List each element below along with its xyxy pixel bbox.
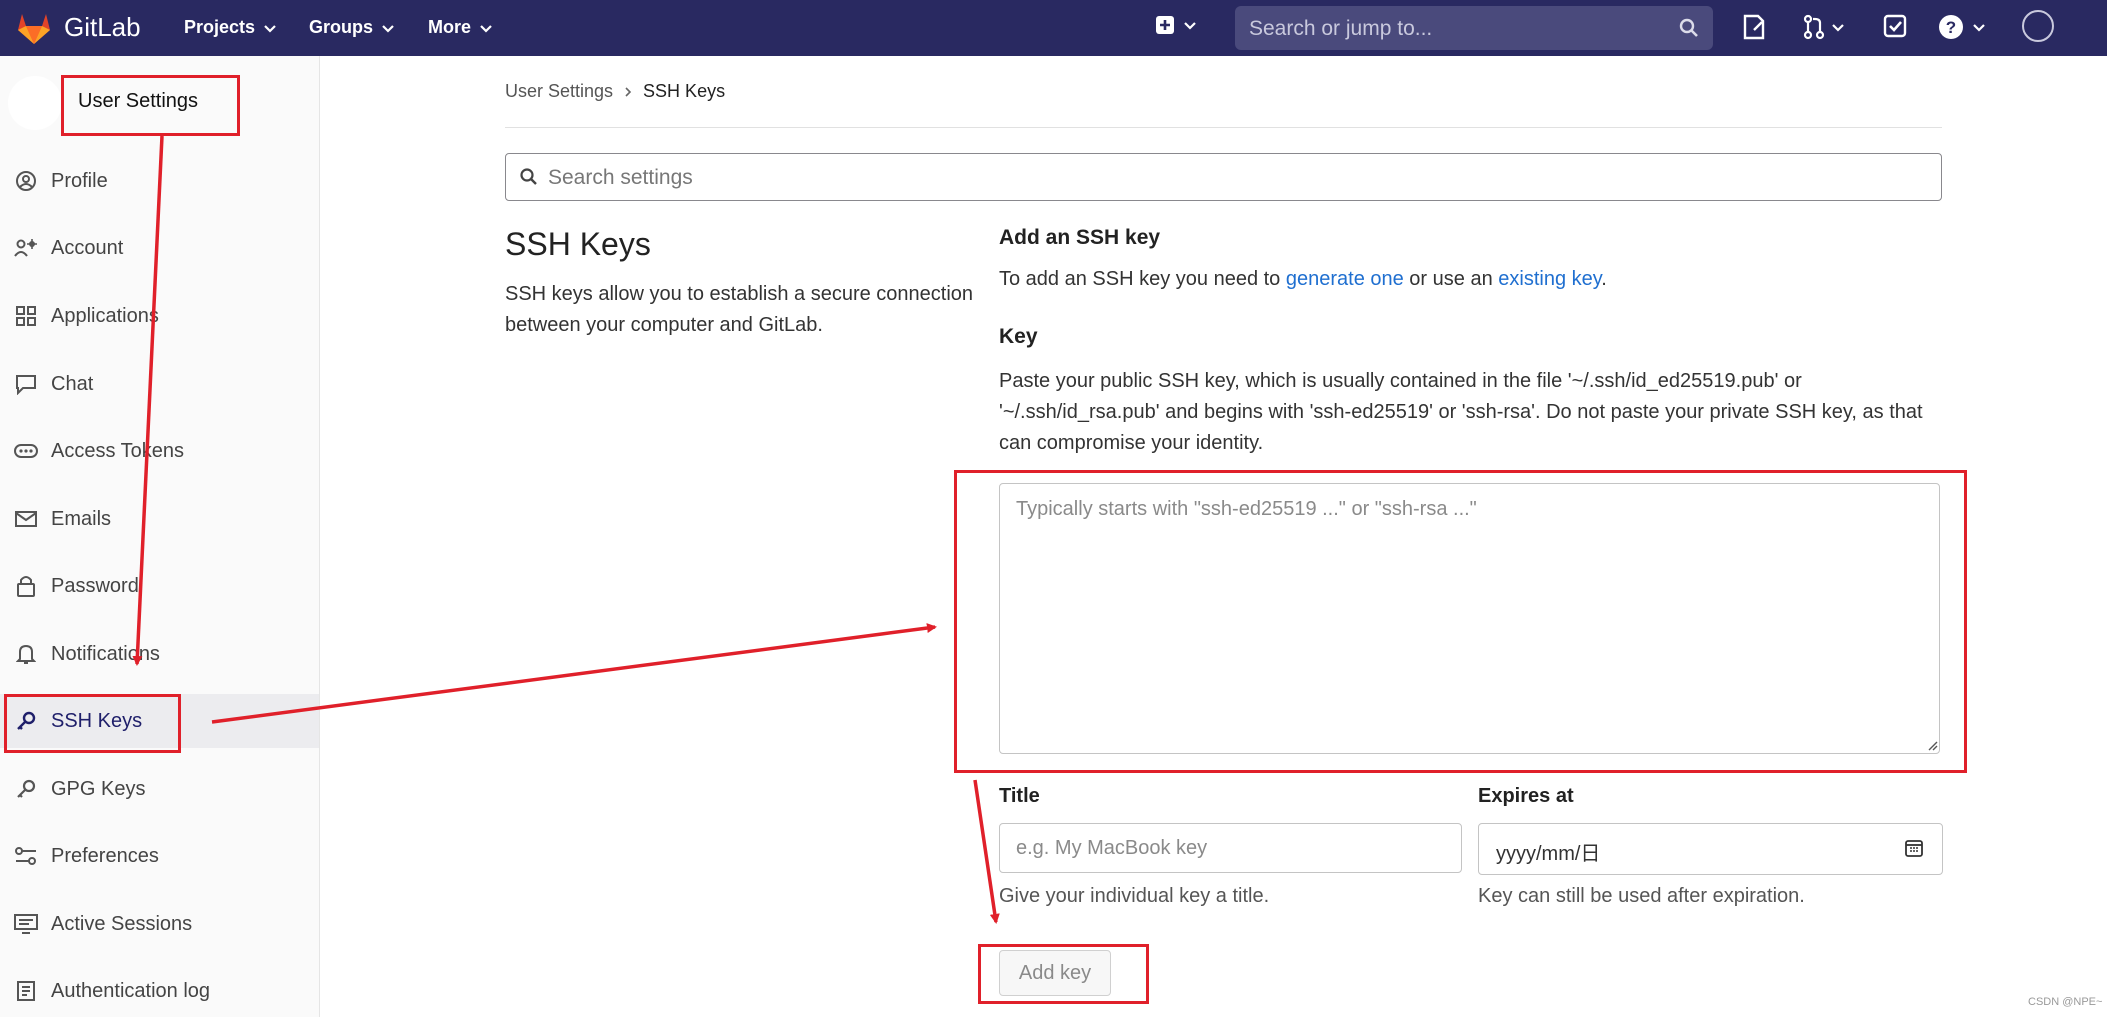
bell-icon xyxy=(14,642,38,666)
applications-icon xyxy=(14,304,38,328)
chevron-down-icon xyxy=(1184,22,1196,30)
breadcrumb-current[interactable]: SSH Keys xyxy=(643,81,725,102)
chevron-down-icon xyxy=(264,24,276,33)
nav-projects[interactable]: Projects xyxy=(184,17,277,38)
generate-one-link[interactable]: generate one xyxy=(1286,268,1404,290)
top-navbar: GitLab Projects Groups More ? xyxy=(0,0,2107,56)
expires-label: Expires at xyxy=(1478,785,1574,807)
sidebar-item-profile[interactable]: Profile xyxy=(0,154,319,208)
chevron-right-icon xyxy=(625,86,632,97)
add-key-intro-end: . xyxy=(1601,268,1607,290)
chevron-down-icon xyxy=(382,24,394,33)
key-icon xyxy=(14,777,38,801)
chat-icon xyxy=(14,372,38,396)
global-search[interactable] xyxy=(1235,6,1713,52)
sidebar-item-label: Authentication log xyxy=(51,979,211,1002)
lock-icon xyxy=(14,574,38,598)
sidebar-item-label: Emails xyxy=(51,507,112,530)
title-input[interactable] xyxy=(999,823,1462,873)
sidebar-item-access-tokens[interactable]: Access Tokens xyxy=(0,424,319,478)
nav-groups-label: Groups xyxy=(309,17,374,37)
expires-date-value: yyyy/mm/日 xyxy=(1496,843,1601,865)
sidebar-item-label: GPG Keys xyxy=(51,777,146,800)
key-label: Key xyxy=(999,325,1038,348)
sidebar-item-label: Access Tokens xyxy=(51,439,185,462)
mail-icon xyxy=(14,507,38,531)
sidebar-item-preferences[interactable]: Preferences xyxy=(0,829,319,883)
todo-checkbox-icon[interactable] xyxy=(1883,14,1907,38)
profile-icon xyxy=(14,169,38,193)
plus-square-icon xyxy=(1156,16,1174,34)
title-label: Title xyxy=(999,785,1040,807)
nav-groups[interactable]: Groups xyxy=(309,17,395,38)
nav-more-label: More xyxy=(428,17,472,37)
search-icon xyxy=(1679,18,1698,37)
sidebar-item-active-sessions[interactable]: Active Sessions xyxy=(0,897,319,951)
brand-name[interactable]: GitLab xyxy=(64,12,141,43)
monitor-icon xyxy=(14,912,38,936)
svg-text:?: ? xyxy=(1946,18,1956,37)
sidebar-item-account[interactable]: Account xyxy=(0,221,319,275)
expires-date-input[interactable]: yyyy/mm/日 xyxy=(1478,823,1943,875)
preferences-icon xyxy=(14,844,38,868)
breadcrumb: User Settings SSH Keys xyxy=(505,81,725,102)
sidebar-item-label: Preferences xyxy=(51,844,159,867)
issues-icon[interactable] xyxy=(1742,14,1766,40)
merge-request-icon xyxy=(1803,14,1825,40)
help-icon: ? xyxy=(1939,15,1963,39)
add-key-intro-middle: or use an xyxy=(1403,268,1499,290)
help-button[interactable]: ? xyxy=(1938,14,1986,40)
watermark: CSDN @NPE~ xyxy=(2028,996,2103,1008)
sidebar-item-label: Account xyxy=(51,236,124,259)
sidebar-item-gpg-keys[interactable]: GPG Keys xyxy=(0,762,319,816)
divider xyxy=(505,127,1942,128)
chevron-down-icon xyxy=(480,24,492,33)
token-icon xyxy=(14,439,38,463)
annotation-box-add-key xyxy=(978,944,1149,1004)
sidebar-item-label: Chat xyxy=(51,372,94,395)
sidebar-item-emails[interactable]: Emails xyxy=(0,492,319,546)
section-title: SSH Keys xyxy=(505,226,651,262)
annotation-box-ssh-keys xyxy=(4,694,181,753)
breadcrumb-parent[interactable]: User Settings xyxy=(505,81,613,102)
global-search-input[interactable] xyxy=(1247,6,1671,52)
nav-more[interactable]: More xyxy=(428,17,493,38)
user-avatar[interactable] xyxy=(2022,10,2054,42)
calendar-icon[interactable] xyxy=(1904,838,1924,858)
existing-key-link[interactable]: existing key xyxy=(1498,268,1601,290)
settings-search-input[interactable] xyxy=(546,154,1930,202)
annotation-box-user-settings xyxy=(61,75,240,136)
settings-search[interactable] xyxy=(505,153,1942,202)
chevron-down-icon xyxy=(1832,24,1844,32)
add-key-intro: To add an SSH key you need to generate o… xyxy=(999,268,1607,291)
sidebar-item-notifications[interactable]: Notifications xyxy=(0,627,319,681)
sidebar-item-label: Profile xyxy=(51,169,108,192)
add-key-heading: Add an SSH key xyxy=(999,226,1161,249)
sidebar-item-label: Password xyxy=(51,574,139,597)
log-icon xyxy=(14,979,38,1003)
account-icon xyxy=(14,236,38,260)
new-item-button[interactable] xyxy=(1155,15,1197,35)
merge-requests-button[interactable] xyxy=(1803,14,1845,40)
chevron-down-icon xyxy=(1973,24,1985,32)
sidebar-item-label: Active Sessions xyxy=(51,912,193,935)
arrow-textarea-to-add-key xyxy=(973,779,1000,924)
search-icon xyxy=(520,168,537,185)
arrow-ssh-keys-to-textarea xyxy=(211,623,937,724)
sidebar-item-applications[interactable]: Applications xyxy=(0,289,319,343)
sidebar-item-label: Applications xyxy=(51,304,159,327)
sidebar-item-password[interactable]: Password xyxy=(0,559,319,613)
sidebar-item-authentication-log[interactable]: Authentication log xyxy=(0,964,319,1018)
gitlab-logo-icon[interactable] xyxy=(14,8,54,48)
nav-projects-label: Projects xyxy=(184,17,256,37)
title-help: Give your individual key a title. xyxy=(999,885,1270,907)
annotation-box-key-textarea xyxy=(954,470,1967,773)
expires-help: Key can still be used after expiration. xyxy=(1478,885,1805,907)
key-help-text: Paste your public SSH key, which is usua… xyxy=(999,370,1923,454)
sidebar-item-label: Notifications xyxy=(51,642,160,665)
sidebar-item-chat[interactable]: Chat xyxy=(0,357,319,411)
sidebar-avatar[interactable] xyxy=(8,76,62,130)
section-description: SSH keys allow you to establish a secure… xyxy=(505,283,974,336)
add-key-intro-text: To add an SSH key you need to xyxy=(999,268,1286,290)
